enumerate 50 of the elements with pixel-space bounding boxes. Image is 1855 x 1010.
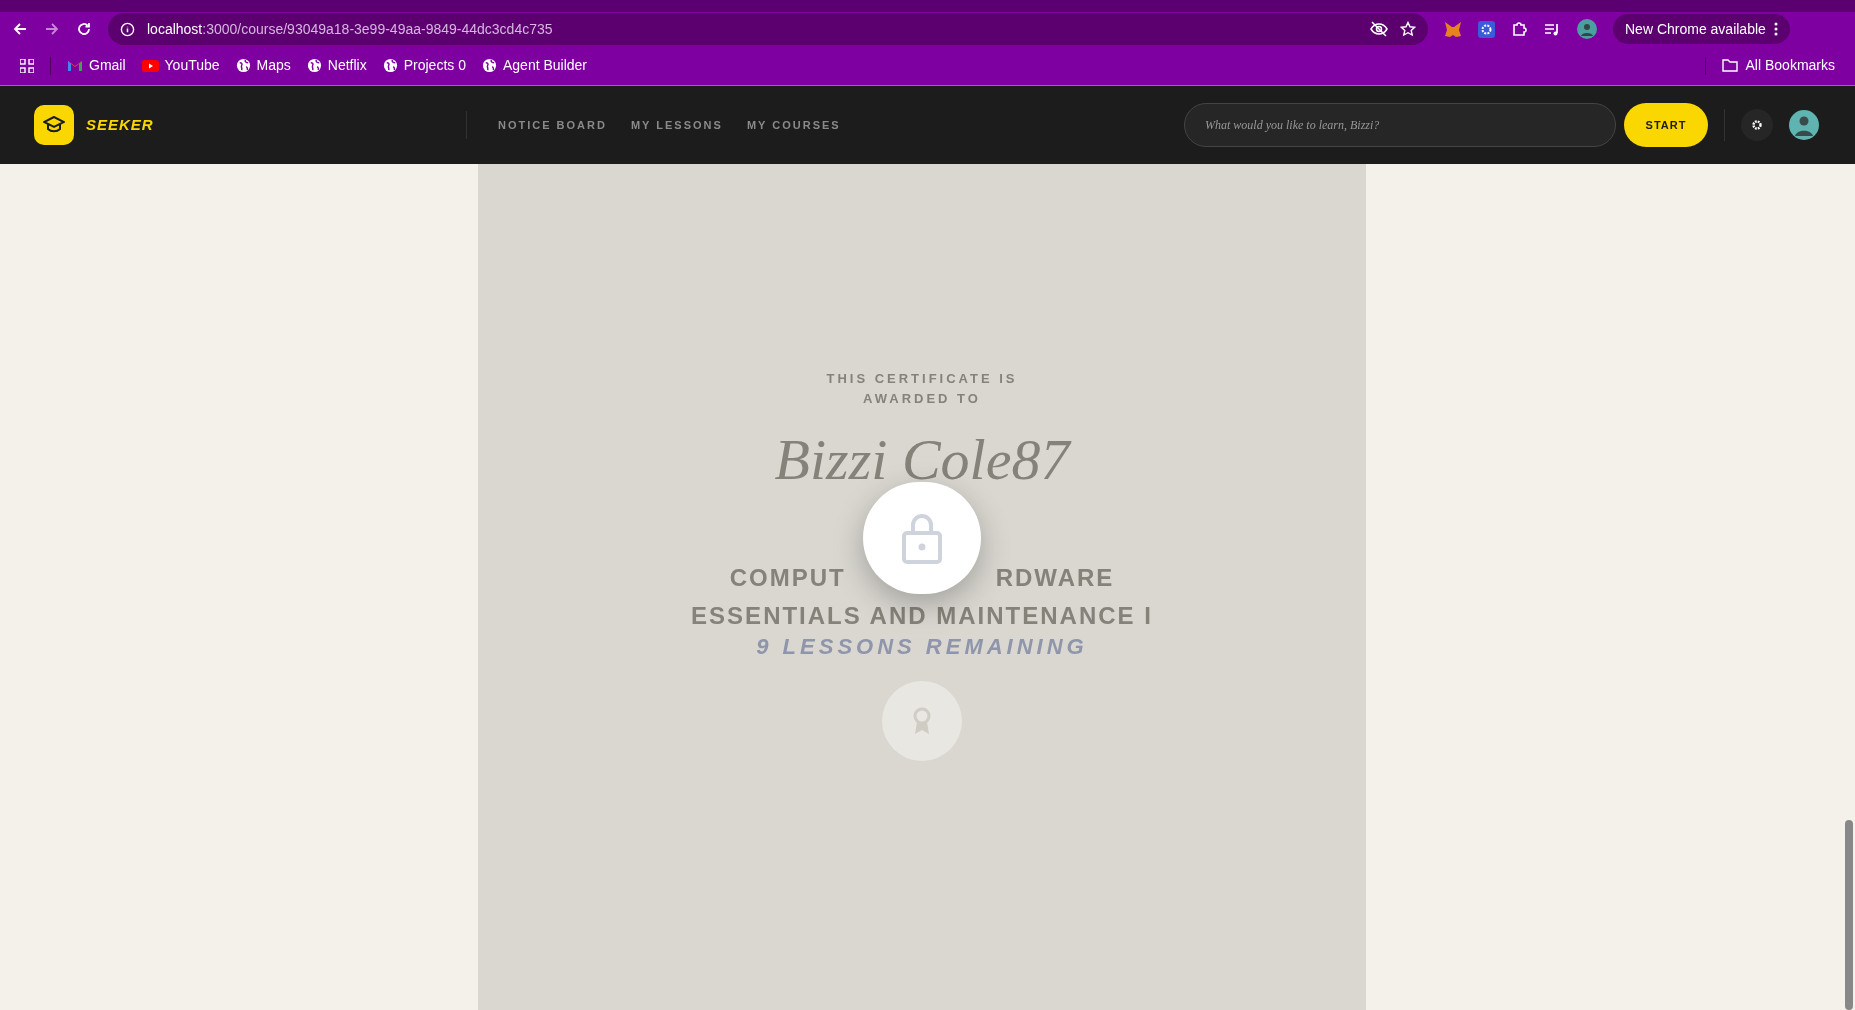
course-title: RDWARE (995, 563, 1115, 593)
fox-icon[interactable] (1444, 20, 1462, 38)
search-field[interactable]: What would you like to learn, Bizzi? (1184, 103, 1616, 147)
mail-icon (67, 59, 83, 72)
graduation-cap-icon (43, 116, 65, 134)
lock-icon (901, 511, 943, 565)
gear-icon[interactable] (1478, 20, 1495, 38)
bookmark[interactable]: Agent Builder (481, 55, 588, 76)
start-button[interactable]: START (1624, 103, 1708, 147)
bookmark[interactable]: Netflix (306, 55, 367, 76)
course-title: COMPUT (729, 563, 846, 593)
forward-icon[interactable] (44, 21, 60, 37)
recipient-name: Bizzi Cole87 (774, 426, 1070, 494)
globe-icon (382, 58, 398, 73)
all-bookmarks[interactable]: All Bookmarks (1721, 55, 1835, 76)
settings-button[interactable] (1741, 109, 1773, 141)
bookmark[interactable]: Projects 0 (382, 55, 466, 76)
bookmark[interactable]: Gmail (67, 55, 126, 76)
globe-icon (306, 58, 322, 73)
nav-link[interactable]: MY LESSONS (630, 116, 723, 134)
globe-icon (235, 58, 251, 73)
nav-link[interactable]: MY COURSES (746, 116, 841, 134)
avatar[interactable] (1789, 110, 1819, 140)
bookmark[interactable]: YouTube (141, 55, 220, 76)
course-title: ESSENTIALS AND MAINTENANCE I (691, 601, 1153, 631)
logo-badge[interactable] (34, 105, 74, 145)
more-icon (1773, 22, 1778, 36)
address-bar[interactable]: localhost:3000/course/93049a18-3e99-49aa-9849-44dc3cd4c735 (108, 13, 1428, 45)
lessons-remaining: 9 LESSONS REMAINING (756, 633, 1088, 661)
folder-icon (1721, 59, 1738, 72)
settings-icon (1751, 119, 1763, 131)
nav-link[interactable]: NOTICE BOARD (498, 116, 607, 134)
back-icon[interactable] (12, 21, 28, 37)
bookmark[interactable]: Maps (235, 55, 291, 76)
ribbon-icon (911, 706, 933, 736)
globe-icon (481, 58, 497, 73)
avatar-icon[interactable] (1577, 19, 1597, 39)
star-icon[interactable] (1400, 21, 1416, 37)
certificate-heading: AWARDED TO (863, 390, 981, 408)
logo-text: SEEKER (86, 114, 155, 135)
update-button[interactable]: New Chrome available (1613, 14, 1790, 44)
apps-icon[interactable] (20, 58, 34, 73)
eye-off-icon[interactable] (1370, 21, 1388, 37)
reload-icon[interactable] (76, 21, 92, 37)
url-text: localhost:3000/course/93049a18-3e99-49aa-9849-44dc3cd4c735 (147, 19, 554, 39)
play-icon (141, 59, 159, 72)
info-icon (120, 21, 135, 37)
certificate-heading: THIS CERTIFICATE IS (826, 370, 1018, 388)
playlist-icon[interactable] (1544, 21, 1561, 37)
puzzle-icon[interactable] (1511, 20, 1528, 38)
